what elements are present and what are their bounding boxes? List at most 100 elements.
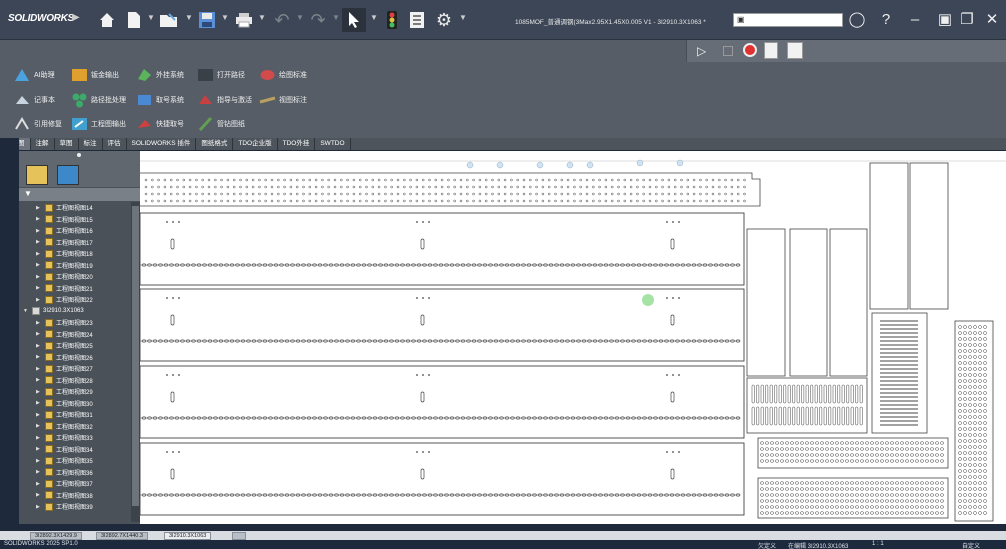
new-document-icon[interactable]: [122, 8, 146, 32]
tab-addins[interactable]: SOLIDWORKS 插件: [127, 138, 197, 150]
redo-icon[interactable]: ↷: [306, 8, 330, 32]
guide-activate-button[interactable]: 指导与激活: [197, 91, 252, 109]
record-macro-icon[interactable]: [743, 43, 757, 57]
run-macro-icon[interactable]: ▷: [697, 44, 706, 58]
tab-swtdo[interactable]: SWTDO: [315, 138, 351, 150]
print-icon[interactable]: [232, 8, 256, 32]
tree-item-view[interactable]: ▶ 工程图视图22: [36, 294, 93, 306]
tree-item-view[interactable]: ▶ 工程图视图16: [36, 225, 93, 237]
chevron-right-icon[interactable]: ▶: [36, 492, 42, 498]
tab-tdo-plugin[interactable]: TDO外挂: [278, 138, 316, 150]
chevron-right-icon[interactable]: ▶: [36, 400, 42, 406]
tree-item-view[interactable]: ▶ 工程图视图14: [36, 202, 93, 214]
user-icon[interactable]: ◯: [847, 10, 867, 30]
save-icon[interactable]: [195, 8, 219, 32]
close-icon[interactable]: ✕: [982, 10, 1002, 30]
select-icon[interactable]: [342, 8, 366, 32]
chevron-right-icon[interactable]: ▶: [36, 423, 42, 429]
open-path-button[interactable]: 打开路径: [197, 66, 245, 84]
feature-tree-icon[interactable]: [26, 165, 48, 185]
tab-sketch[interactable]: 草图: [55, 138, 79, 150]
app-logo[interactable]: SOLIDWORKS: [8, 13, 74, 24]
chevron-right-icon[interactable]: ▶: [36, 469, 42, 475]
chevron-right-icon[interactable]: ▶: [36, 366, 42, 372]
chevron-right-icon[interactable]: ▶: [36, 412, 42, 418]
chevron-down-icon[interactable]: ▼: [185, 13, 193, 22]
tree-item-view[interactable]: ▶ 工程图视图36: [36, 467, 93, 479]
chevron-right-icon[interactable]: ▶: [36, 297, 42, 303]
panel-grip-icon[interactable]: [77, 153, 81, 157]
tree-item-view[interactable]: ▶ 工程图视图24: [36, 329, 93, 341]
quick-number-button[interactable]: 快捷取号: [136, 115, 184, 133]
chevron-right-icon[interactable]: ▶: [36, 251, 42, 257]
reference-fix-button[interactable]: 引用修复: [14, 115, 62, 133]
tree-item-view[interactable]: ▶ 工程图视图26: [36, 352, 93, 364]
property-manager-icon[interactable]: [57, 165, 79, 185]
traffic-light-icon[interactable]: [380, 8, 404, 32]
chevron-right-icon[interactable]: ▶: [36, 228, 42, 234]
tree-item-view[interactable]: ▶ 工程图视图17: [36, 237, 93, 249]
sheet-tab-3[interactable]: 3I2910.3X1063: [164, 532, 212, 540]
chevron-right-icon[interactable]: ▶: [36, 389, 42, 395]
ai-assistant-button[interactable]: AI助理: [14, 66, 55, 84]
open-icon[interactable]: [157, 8, 181, 32]
add-sheet-icon[interactable]: [232, 532, 246, 540]
chevron-down-icon[interactable]: ▼: [459, 13, 467, 22]
tree-item-view[interactable]: ▶ 工程图视图27: [36, 363, 93, 375]
number-system-button[interactable]: 取号系统: [136, 91, 184, 109]
tree-item-view[interactable]: ▶ 工程图视图28: [36, 375, 93, 387]
chevron-right-icon[interactable]: ▶: [36, 481, 42, 487]
tree-item-view[interactable]: ▶ 工程图视图15: [36, 214, 93, 226]
tree-item-sheet[interactable]: ▼ 3I2910.3X1063: [23, 306, 84, 318]
minimize-icon[interactable]: ‒: [905, 10, 925, 30]
tab-markup[interactable]: 标注: [79, 138, 103, 150]
chevron-right-icon[interactable]: ▶: [36, 205, 42, 211]
chevron-right-icon[interactable]: ▶: [36, 446, 42, 452]
scrollbar-thumb[interactable]: [132, 206, 139, 506]
tree-item-view[interactable]: ▶ 工程图视图34: [36, 444, 93, 456]
tree-scrollbar[interactable]: [131, 202, 140, 522]
tree-item-view[interactable]: ▶ 工程图视图20: [36, 271, 93, 283]
chevron-right-icon[interactable]: ▶: [36, 262, 42, 268]
tree-item-view[interactable]: ▶ 工程图视图38: [36, 490, 93, 502]
restore-icon[interactable]: ▣: [935, 10, 955, 30]
home-icon[interactable]: [95, 8, 119, 32]
view-annotation-button[interactable]: 视图标注: [259, 91, 307, 109]
chevron-right-icon[interactable]: ▶: [36, 458, 42, 464]
tab-evaluate[interactable]: 评估: [103, 138, 127, 150]
gear-icon[interactable]: ⚙: [432, 8, 456, 32]
filter-row[interactable]: ▼: [19, 188, 140, 201]
units-status[interactable]: 自定义: [962, 541, 980, 549]
tree-item-view[interactable]: ▶ 工程图视图19: [36, 260, 93, 272]
chevron-right-icon[interactable]: ▶: [36, 216, 42, 222]
tab-annotation[interactable]: 注解: [31, 138, 55, 150]
tree-item-view[interactable]: ▶ 工程图视图25: [36, 340, 93, 352]
drawing-standard-button[interactable]: 绘图标准: [259, 66, 307, 84]
chevron-right-icon[interactable]: ▶: [36, 354, 42, 360]
scale-status[interactable]: 1 : 1: [872, 541, 884, 547]
drawing-views[interactable]: [140, 151, 1006, 524]
chevron-right-icon[interactable]: ▶: [36, 504, 42, 510]
sheet-tab-2[interactable]: 3I2892.7X1440.3: [96, 532, 148, 540]
chevron-down-icon[interactable]: ▼: [332, 13, 340, 22]
chevron-down-icon[interactable]: ▼: [296, 13, 304, 22]
drawing-output-button[interactable]: 工程图输出: [71, 115, 126, 133]
tab-sheet-format[interactable]: 图纸格式: [196, 138, 234, 150]
tree-item-view[interactable]: ▶ 工程图视图33: [36, 432, 93, 444]
chevron-down-icon[interactable]: ▼: [147, 13, 155, 22]
chevron-right-icon[interactable]: ▶: [36, 435, 42, 441]
notepad-button[interactable]: 记事本: [14, 91, 55, 109]
tab-tdo-enterprise[interactable]: TDO企业版: [233, 138, 278, 150]
batch-process-button[interactable]: 路径批处理: [71, 91, 126, 109]
chevron-right-icon[interactable]: ▶: [36, 320, 42, 326]
stop-macro-icon[interactable]: [723, 46, 733, 56]
tree-item-view[interactable]: ▶ 工程图视图37: [36, 478, 93, 490]
tree-item-view[interactable]: ▶ 工程图视图31: [36, 409, 93, 421]
pipe-drill-button[interactable]: 管钻图纸: [197, 115, 245, 133]
chevron-right-icon[interactable]: ▶: [36, 331, 42, 337]
chevron-right-icon[interactable]: ▶: [36, 274, 42, 280]
undo-icon[interactable]: ↶: [270, 8, 294, 32]
chevron-down-icon[interactable]: ▼: [23, 308, 29, 314]
help-icon[interactable]: ?: [876, 10, 896, 30]
new-macro-icon[interactable]: [787, 42, 803, 59]
